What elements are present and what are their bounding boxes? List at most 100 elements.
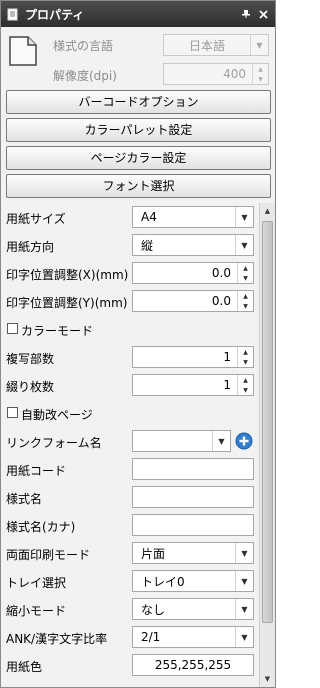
property-grid: 用紙サイズ A4 ▼ 用紙方向 縦 ▼ 印字位置調整(X)(mm) 0.0 ▲ …: [1, 203, 259, 687]
pin-icon[interactable]: [238, 6, 254, 22]
duplex-mode-select[interactable]: 片面 ▼: [132, 542, 254, 564]
resolution-spinner[interactable]: 400 ▲ ▼: [163, 63, 269, 85]
chevron-down-icon: ▼: [235, 207, 253, 227]
link-form-select[interactable]: ▼: [132, 430, 231, 452]
color-mode-checkbox[interactable]: [7, 323, 18, 334]
ank-kanji-ratio-value: 2/1: [141, 630, 161, 644]
scroll-up-icon[interactable]: ▲: [260, 203, 275, 219]
spin-up-icon[interactable]: ▲: [253, 64, 268, 74]
properties-panel: プロパティ 様式の言語 日本語 ▼ 解像度(dpi) 400 ▲ ▼ バーコード…: [0, 0, 276, 688]
binding-sheets-value: 1: [223, 378, 231, 392]
property-row-form-name: 様式名: [1, 483, 259, 511]
font-select-button[interactable]: フォント選択: [6, 174, 271, 198]
scroll-down-icon[interactable]: ▼: [260, 671, 275, 687]
form-name-label: 様式名: [6, 492, 43, 506]
property-row-color-mode: カラーモード: [1, 315, 259, 343]
chevron-down-icon: ▼: [235, 571, 253, 591]
property-row-copies: 複写部数 1 ▲ ▼: [1, 343, 259, 371]
spin-down-icon[interactable]: ▼: [238, 301, 253, 311]
property-row-paper-orientation: 用紙方向 縦 ▼: [1, 231, 259, 259]
chevron-down-icon: ▼: [235, 543, 253, 563]
paper-color-input[interactable]: 255,255,255: [132, 654, 254, 676]
chevron-down-icon: ▼: [250, 35, 268, 55]
panel-titlebar: プロパティ: [1, 1, 275, 27]
paper-size-select[interactable]: A4 ▼: [132, 206, 254, 228]
property-row-duplex-mode: 両面印刷モード 片面 ▼: [1, 539, 259, 567]
spin-down-icon[interactable]: ▼: [238, 357, 253, 367]
paper-orientation-value: 縦: [141, 238, 154, 253]
document-icon: [8, 35, 38, 67]
form-settings-section: 様式の言語 日本語 ▼ 解像度(dpi) 400 ▲ ▼ バーコードオプション …: [1, 27, 275, 203]
paper-orientation-label: 用紙方向: [6, 240, 55, 254]
chevron-down-icon: ▼: [235, 599, 253, 619]
auto-page-break-checkbox[interactable]: [7, 407, 18, 418]
paper-size-value: A4: [141, 210, 157, 224]
paper-size-label: 用紙サイズ: [6, 212, 66, 226]
property-row-paper-color: 用紙色 255,255,255: [1, 651, 259, 679]
copies-spinner[interactable]: 1 ▲ ▼: [132, 346, 254, 368]
duplex-mode-value: 片面: [141, 546, 166, 561]
property-row-ank-kanji-ratio: ANK/漢字文字比率 2/1 ▼: [1, 623, 259, 651]
tray-value: トレイ0: [141, 574, 185, 589]
spin-down-icon[interactable]: ▼: [238, 385, 253, 395]
form-name-input[interactable]: [132, 486, 254, 508]
link-form-label: リンクフォーム名: [6, 436, 102, 450]
print-offset-x-label: 印字位置調整(X)(mm): [6, 268, 129, 282]
tray-label: トレイ選択: [6, 576, 67, 590]
copies-value: 1: [223, 350, 231, 364]
spin-down-icon[interactable]: ▼: [238, 273, 253, 283]
property-row-form-name-kana: 様式名(カナ): [1, 511, 259, 539]
color-mode-label: カラーモード: [21, 324, 94, 338]
property-row-paper-code: 用紙コード: [1, 455, 259, 483]
binding-sheets-spinner[interactable]: 1 ▲ ▼: [132, 374, 254, 396]
spin-down-icon[interactable]: ▼: [253, 74, 268, 84]
style-language-select[interactable]: 日本語 ▼: [163, 34, 269, 56]
form-name-kana-input[interactable]: [132, 514, 254, 536]
auto-page-break-label: 自動改ページ: [21, 408, 93, 422]
property-row-print-offset-x: 印字位置調整(X)(mm) 0.0 ▲ ▼: [1, 259, 259, 287]
shrink-mode-select[interactable]: なし ▼: [132, 598, 254, 620]
tray-select[interactable]: トレイ0 ▼: [132, 570, 254, 592]
panel-title: プロパティ: [25, 7, 85, 22]
chevron-down-icon: ▼: [235, 235, 253, 255]
spin-up-icon[interactable]: ▲: [238, 347, 253, 357]
property-row-print-offset-y: 印字位置調整(Y)(mm) 0.0 ▲ ▼: [1, 287, 259, 315]
close-icon[interactable]: [255, 6, 271, 22]
properties-icon: [6, 7, 20, 21]
property-row-auto-page-break: 自動改ページ: [1, 399, 259, 427]
property-row-shrink-mode: 縮小モード なし ▼: [1, 595, 259, 623]
style-language-label: 様式の言語: [53, 39, 114, 53]
resolution-value: 400: [223, 67, 246, 81]
property-grid-scrollbar[interactable]: ▲ ▼: [259, 203, 275, 687]
form-name-kana-label: 様式名(カナ): [6, 520, 76, 534]
shrink-mode-value: なし: [141, 602, 166, 617]
style-language-value: 日本語: [188, 38, 225, 53]
binding-sheets-label: 綴り枚数: [6, 380, 55, 394]
duplex-mode-label: 両面印刷モード: [6, 548, 91, 562]
chevron-down-icon: ▼: [212, 431, 230, 451]
copies-label: 複写部数: [6, 352, 55, 366]
scroll-thumb[interactable]: [262, 221, 273, 623]
print-offset-x-spinner[interactable]: 0.0 ▲ ▼: [132, 262, 254, 284]
paper-code-input[interactable]: [132, 458, 254, 480]
property-row-tray: トレイ選択 トレイ0 ▼: [1, 567, 259, 595]
color-palette-button[interactable]: カラーパレット設定: [6, 118, 271, 142]
property-row-link-form: リンクフォーム名 ▼: [1, 427, 259, 455]
shrink-mode-label: 縮小モード: [6, 604, 67, 618]
print-offset-y-spinner[interactable]: 0.0 ▲ ▼: [132, 290, 254, 312]
spin-up-icon[interactable]: ▲: [238, 291, 253, 301]
property-row-paper-size: 用紙サイズ A4 ▼: [1, 203, 259, 231]
paper-color-label: 用紙色: [6, 660, 43, 674]
chevron-down-icon: ▼: [235, 627, 253, 647]
spin-up-icon[interactable]: ▲: [238, 375, 253, 385]
print-offset-y-value: 0.0: [211, 294, 231, 308]
print-offset-x-value: 0.0: [211, 266, 231, 280]
spin-up-icon[interactable]: ▲: [238, 263, 253, 273]
ank-kanji-ratio-label: ANK/漢字文字比率: [6, 632, 108, 646]
page-color-button[interactable]: ページカラー設定: [6, 146, 271, 170]
barcode-options-button[interactable]: バーコードオプション: [6, 90, 271, 114]
ank-kanji-ratio-select[interactable]: 2/1 ▼: [132, 626, 254, 648]
add-link-form-icon[interactable]: [234, 431, 254, 451]
paper-code-label: 用紙コード: [6, 464, 67, 478]
paper-orientation-select[interactable]: 縦 ▼: [132, 234, 254, 256]
